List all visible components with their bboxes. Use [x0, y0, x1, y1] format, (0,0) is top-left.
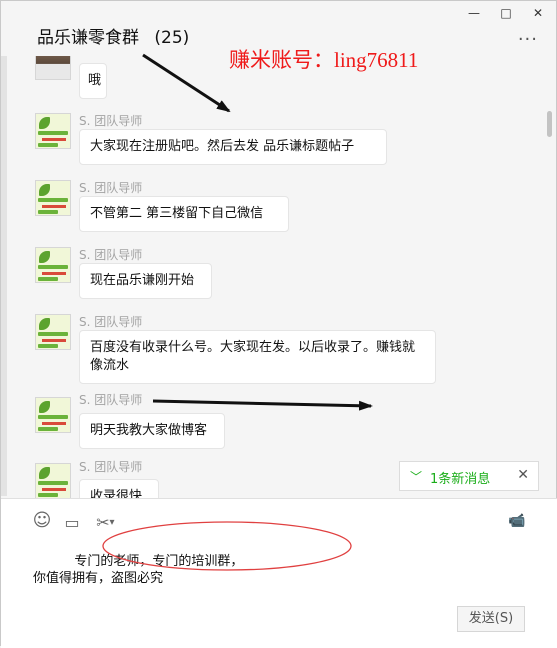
sender-name: S. 团队导师 [79, 393, 143, 407]
avatar[interactable] [35, 247, 71, 283]
member-count: (25) [154, 28, 190, 48]
message-list[interactable]: 哦 S. 团队导师 大家现在注册贴吧。然后去发 品乐谦标题帖子 S. 团队导师 … [1, 56, 546, 498]
avatar[interactable] [35, 56, 71, 80]
message-bubble[interactable]: 现在品乐谦刚开始 [79, 263, 212, 299]
sender-name: S. 团队导师 [79, 248, 143, 262]
message-bubble[interactable]: 哦 [79, 63, 107, 99]
message-bubble[interactable]: 收录很快 [79, 479, 159, 498]
sender-name: S. 团队导师 [79, 460, 143, 474]
avatar[interactable] [35, 397, 71, 433]
sender-name: S. 团队导师 [79, 315, 143, 329]
new-message-label: 1条新消息 [430, 472, 491, 487]
message-input[interactable]: 专门的老师，专门的培训群， 你值得拥有，盗图必究 [33, 553, 243, 587]
message-bubble[interactable]: 不管第二 第三楼留下自己微信 [79, 196, 289, 232]
avatar[interactable] [35, 463, 71, 498]
send-button[interactable]: 发送(S) [457, 606, 525, 632]
avatar[interactable] [35, 180, 71, 216]
group-name: 品乐谦零食群 [37, 28, 139, 48]
chat-scrollbar[interactable] [547, 111, 552, 137]
minimize-button[interactable]: — [465, 5, 483, 21]
close-icon[interactable]: ✕ [517, 467, 529, 483]
chat-window: — □ ✕ 品乐谦零食群 (25) ··· 赚米账号：ling76811 哦 S… [0, 0, 557, 648]
compose-area[interactable]: ☺ ▭ ✂ ▾ 📹 专门的老师，专门的培训群， 你值得拥有，盗图必究 发送(S) [1, 498, 557, 648]
close-button[interactable]: ✕ [529, 5, 547, 21]
folder-icon[interactable]: ▭ [62, 513, 82, 532]
video-call-icon[interactable]: 📹 [507, 513, 527, 529]
maximize-button[interactable]: □ [497, 5, 515, 21]
emoji-icon[interactable]: ☺ [32, 510, 52, 531]
message-bubble[interactable]: 百度没有收录什么号。大家现在发。以后收录了。赚钱就像流水 [79, 330, 436, 384]
sender-name: S. 团队导师 [79, 114, 143, 128]
message-bubble[interactable]: 大家现在注册贴吧。然后去发 品乐谦标题帖子 [79, 129, 387, 165]
chevron-down-icon: ﹀ [410, 470, 423, 484]
chat-title: 品乐谦零食群 (25) [37, 23, 189, 48]
avatar[interactable] [35, 314, 71, 350]
more-options-button[interactable]: ··· [518, 29, 538, 50]
sender-name: S. 团队导师 [79, 181, 143, 195]
new-message-notice[interactable]: ﹀ 1条新消息 ✕ [399, 461, 539, 491]
chevron-down-icon[interactable]: ▾ [107, 517, 117, 528]
message-bubble[interactable]: 明天我教大家做博客 [79, 413, 225, 449]
avatar[interactable] [35, 113, 71, 149]
